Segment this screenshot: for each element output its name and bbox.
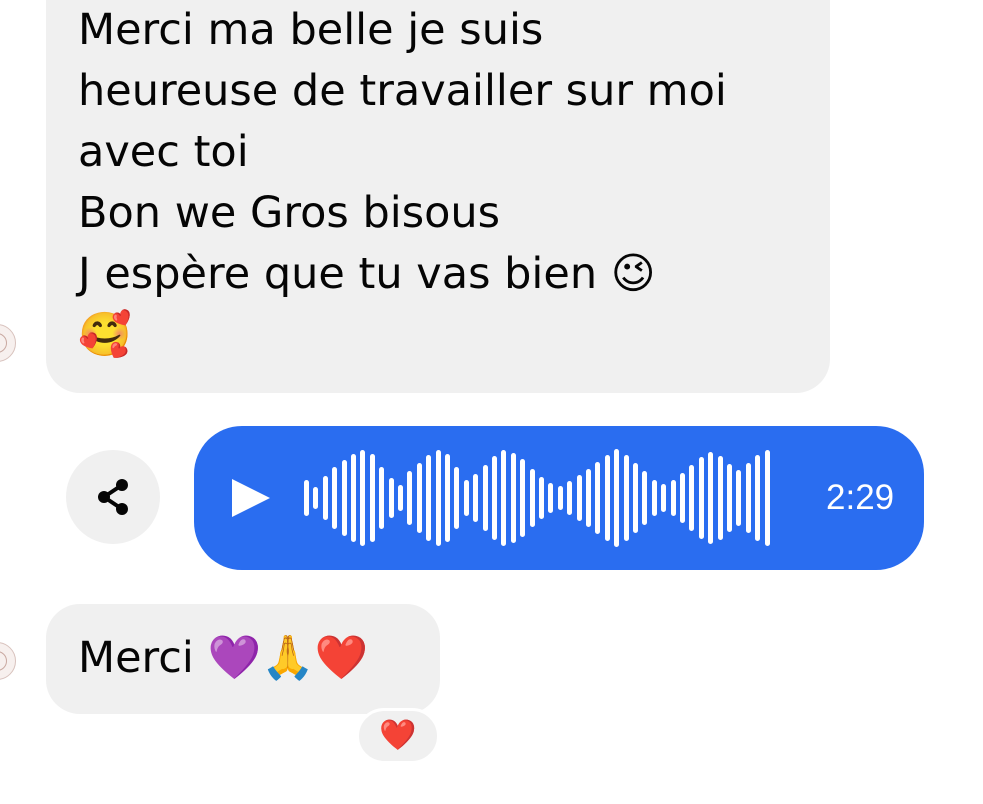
waveform-bar [586,469,591,527]
voice-duration: 2:29 [826,478,895,517]
waveform-bar [557,486,563,510]
share-icon [98,479,128,515]
waveform-bar [680,473,685,523]
waveform-bar [539,477,544,519]
waveform-bar [369,454,375,542]
waveform-bar [463,480,469,516]
waveform-bar [670,480,676,516]
waveform-bar [313,487,319,509]
waveform-bar [407,471,413,525]
waveform-bar [435,450,441,546]
waveform-bar [595,462,601,534]
waveform-bar [454,467,460,529]
play-icon[interactable] [232,479,270,517]
waveform-bar [633,463,638,533]
incoming-message-bubble[interactable]: Merci 💜🙏❤️ [46,604,440,714]
waveform-bar [520,459,526,537]
waveform-bar [388,478,394,518]
waveform-bar [398,485,403,511]
waveform-bar [445,454,450,542]
waveform-bar [755,455,761,541]
waveform-bar [651,480,657,516]
incoming-message-bubble[interactable]: Merci ma belle je suis heureuse de trava… [46,0,830,393]
waveform-bar [689,465,695,531]
avatar[interactable] [0,324,16,362]
waveform-bar [473,474,479,522]
voice-waveform[interactable] [304,446,796,550]
heart-reaction-icon: ❤️ [379,718,417,753]
waveform-bar [510,453,516,543]
avatar[interactable] [0,642,16,680]
share-button[interactable] [66,450,160,544]
waveform-bar [604,455,610,541]
waveform-bar [351,454,356,542]
waveform-bar [764,450,770,546]
waveform-bar [745,463,751,533]
voice-message-bubble[interactable]: 2:29 [194,426,924,570]
waveform-bar [727,464,732,532]
waveform-bar [661,484,667,512]
waveform-bar [492,456,497,540]
waveform-bar [708,452,714,544]
waveform-bar [416,463,422,533]
waveform-bar [529,469,535,527]
waveform-bar [482,465,488,531]
waveform-bar [623,455,629,541]
waveform-bar [736,470,742,526]
incoming-message-text: Merci ma belle je suis heureuse de trava… [78,5,727,360]
waveform-bar [567,481,573,515]
waveform-bar [426,455,432,541]
waveform-bar [360,450,366,546]
waveform-bar [501,450,507,546]
waveform-bar [304,480,309,516]
waveform-bar [614,449,620,547]
waveform-bar [341,460,347,536]
waveform-bar [576,475,582,521]
waveform-bar [717,456,723,540]
waveform-bar [642,471,648,525]
waveform-bar [548,483,554,513]
waveform-bar [322,476,328,520]
message-reaction[interactable]: ❤️ [356,708,440,764]
waveform-bar [332,467,338,529]
waveform-bar [379,467,385,529]
incoming-message-text: Merci 💜🙏❤️ [78,633,369,683]
waveform-bar [698,457,704,539]
